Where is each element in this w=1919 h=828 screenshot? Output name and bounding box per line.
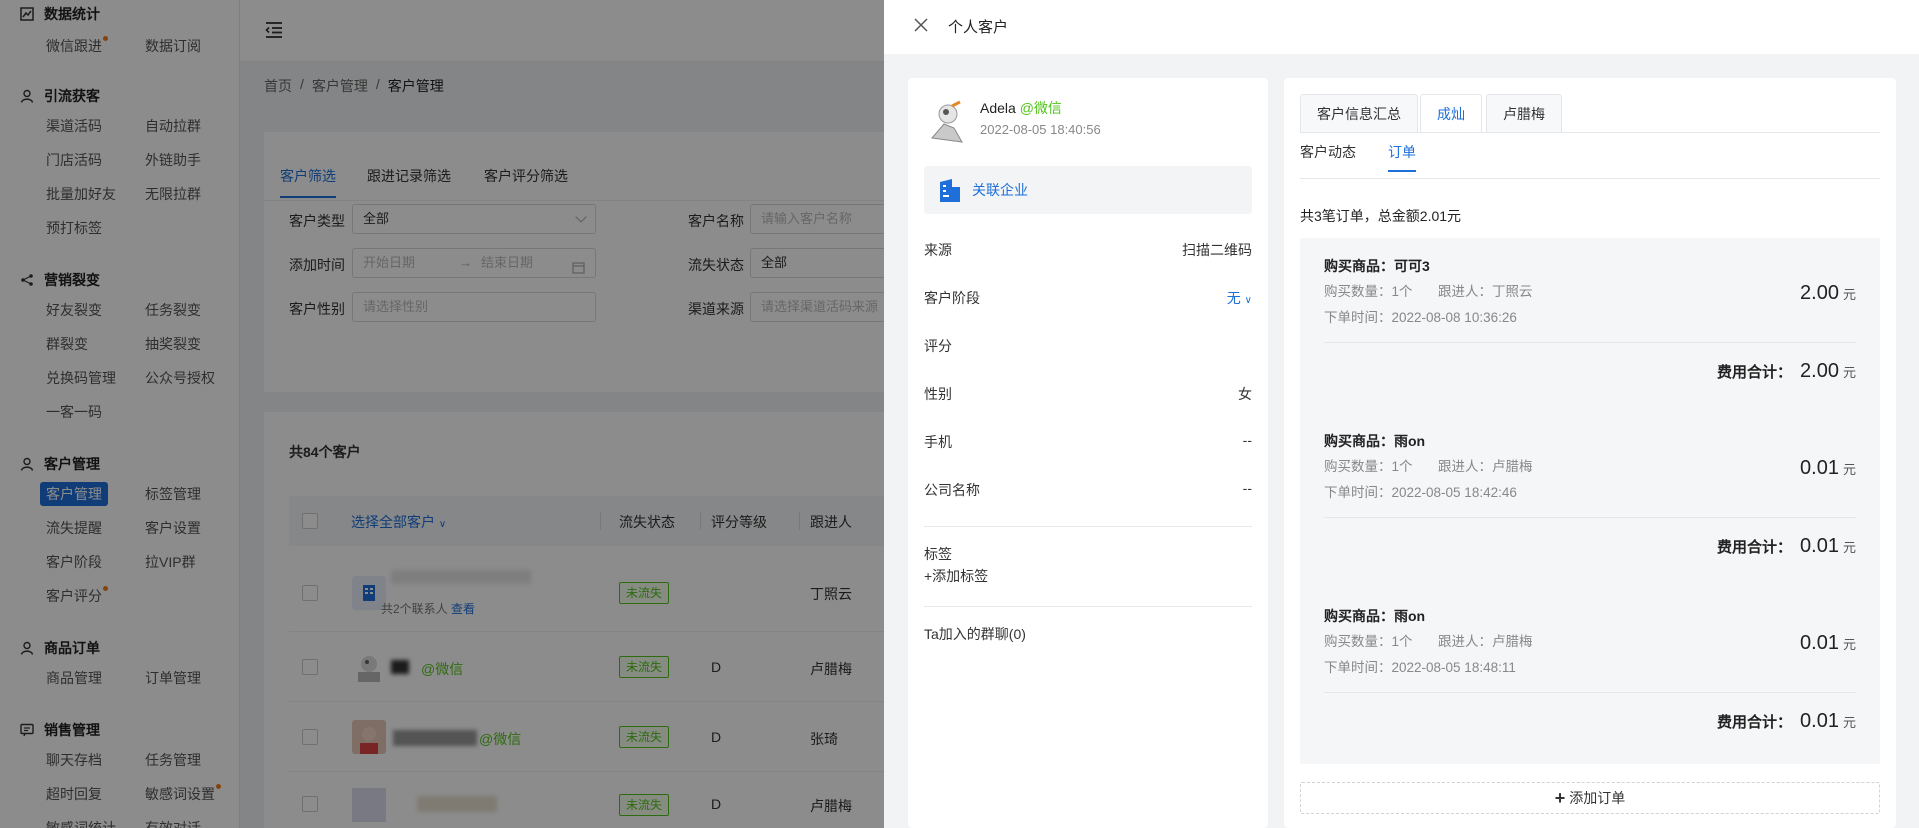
order-follower: 跟进人：丁照云	[1438, 284, 1533, 299]
close-icon[interactable]	[914, 18, 928, 35]
chevron-down-icon: ∨	[1244, 295, 1252, 306]
order-qty: 购买数量：1个	[1324, 634, 1413, 649]
avatar	[924, 98, 970, 144]
field-value: --	[1242, 480, 1252, 496]
order-time: 下单时间：2022-08-08 10:36:26	[1324, 310, 1517, 325]
order-amount: 2.00 元	[1800, 282, 1856, 304]
add-tag-button[interactable]: +添加标签	[924, 566, 988, 586]
order-follower: 跟进人：卢腊梅	[1438, 634, 1533, 649]
order-summary: 共3笔订单，总金额2.01元	[1300, 208, 1462, 224]
tab-follower-2[interactable]: 卢腊梅	[1486, 94, 1562, 132]
divider	[1324, 692, 1856, 693]
tab-follower-1[interactable]: 成灿	[1420, 94, 1482, 132]
tab-customer-activity[interactable]: 客户动态	[1300, 132, 1356, 172]
order-amount: 0.01 元	[1800, 632, 1856, 654]
field-label: 来源	[924, 242, 952, 258]
order-qty: 购买数量：1个	[1324, 284, 1413, 299]
tags-label: 标签	[924, 546, 952, 562]
divider	[1324, 517, 1856, 518]
source-tag: @微信	[1019, 100, 1062, 116]
divider	[924, 526, 1252, 527]
plus-icon: +	[1554, 788, 1566, 808]
link-company-button[interactable]: 关联企业	[924, 166, 1252, 214]
customer-profile-card: Adela @微信 2022-08-05 18:40:56 关联企业 来源 扫描…	[908, 78, 1268, 828]
product-name: 购买商品：雨on	[1324, 608, 1426, 624]
field-value: --	[1242, 432, 1252, 448]
order-amount: 0.01 元	[1800, 457, 1856, 479]
divider	[1300, 132, 1880, 133]
order-qty: 购买数量：1个	[1324, 459, 1413, 474]
field-value: 扫描二维码	[1182, 242, 1252, 258]
field-label: 评分	[924, 338, 952, 354]
drawer-header: 个人客户	[884, 0, 1919, 54]
divider	[1324, 342, 1856, 343]
field-label: 公司名称	[924, 482, 980, 498]
add-order-button[interactable]: + 添加订单	[1300, 782, 1880, 814]
order-total: 费用合计： 0.01 元	[1717, 535, 1856, 557]
field-label: 性别	[924, 386, 952, 402]
order-time: 下单时间：2022-08-05 18:42:46	[1324, 485, 1517, 500]
tab-info-summary[interactable]: 客户信息汇总	[1300, 94, 1418, 132]
field-value: 女	[1238, 386, 1252, 402]
field-label: 客户阶段	[924, 290, 980, 306]
customer-detail-card: 客户信息汇总 成灿 卢腊梅 客户动态 订单 共3笔订单，总金额2.01元 购买商…	[1284, 78, 1896, 828]
order-time: 下单时间：2022-08-05 18:48:11	[1324, 660, 1516, 675]
added-time: 2022-08-05 18:40:56	[980, 122, 1101, 137]
order-total: 费用合计： 0.01 元	[1717, 710, 1856, 732]
order-list: 购买商品：可可3 购买数量：1个 跟进人：丁照云 下单时间：2022-08-08…	[1300, 238, 1880, 764]
product-name: 购买商品：可可3	[1324, 258, 1430, 274]
customer-name-line: Adela @微信	[980, 98, 1062, 118]
order-follower: 跟进人：卢腊梅	[1438, 459, 1533, 474]
modal-mask[interactable]	[0, 0, 884, 828]
customer-stage-select[interactable]: 无 ∨	[1227, 288, 1252, 308]
product-name: 购买商品：雨on	[1324, 433, 1426, 449]
building-icon	[938, 178, 962, 207]
divider	[1300, 178, 1880, 179]
joined-groups[interactable]: Ta加入的群聊(0)	[924, 624, 1026, 644]
drawer-title: 个人客户	[948, 19, 1009, 36]
customer-name: Adela	[980, 100, 1016, 116]
divider	[924, 606, 1252, 607]
tab-orders[interactable]: 订单	[1388, 132, 1416, 172]
order-total: 费用合计： 2.00 元	[1717, 360, 1856, 382]
field-label: 手机	[924, 434, 952, 450]
